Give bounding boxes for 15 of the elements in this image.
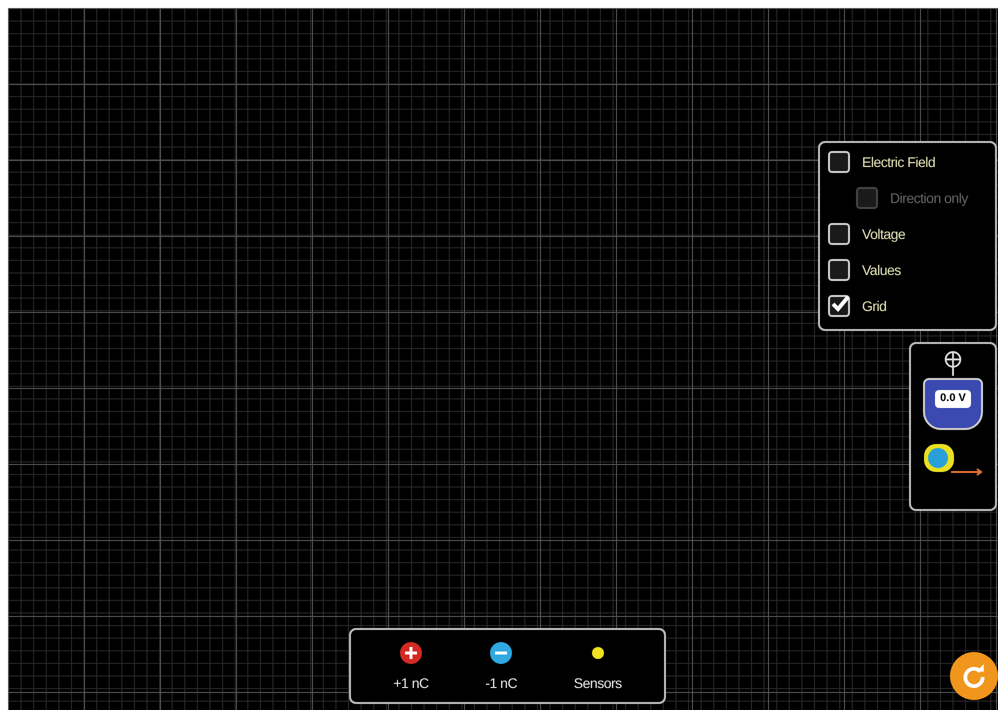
- reset-icon: [961, 663, 987, 689]
- charge-label: Sensors: [574, 675, 622, 691]
- charge-label: -1 nC: [485, 675, 518, 691]
- option-checkbox[interactable]: Values: [828, 259, 987, 281]
- option-checkbox[interactable]: Voltage: [828, 223, 987, 245]
- check-icon: [830, 294, 850, 314]
- reset-button[interactable]: [950, 652, 998, 700]
- option-checkbox[interactable]: Electric Field: [828, 151, 987, 173]
- option-checkbox[interactable]: Grid: [828, 295, 987, 317]
- crosshair-icon: [942, 350, 964, 378]
- tape-measure-icon[interactable]: [923, 442, 983, 476]
- plus-charge-icon[interactable]: [398, 641, 423, 665]
- charge-label: +1 nC: [393, 675, 429, 691]
- minus-charge-icon[interactable]: [489, 641, 514, 665]
- voltage-reading: 0.0 V: [935, 390, 971, 408]
